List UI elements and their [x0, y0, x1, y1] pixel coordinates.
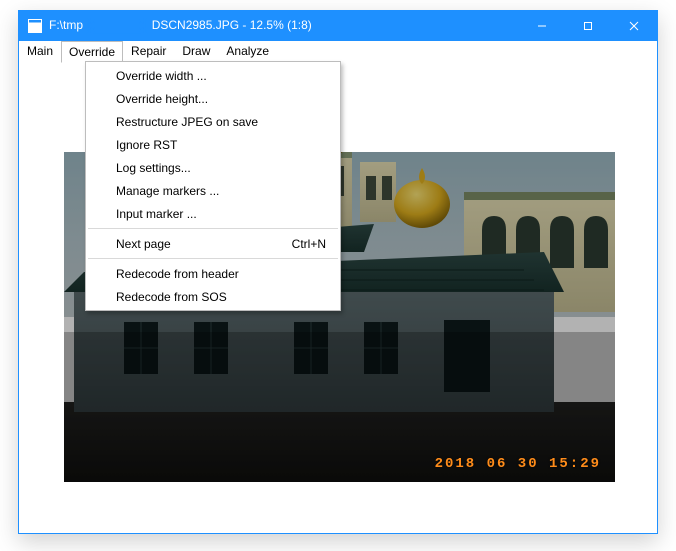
menu-item-label: Log settings... [116, 161, 314, 175]
menu-separator [88, 258, 338, 259]
title-bar[interactable]: F:\tmp DSCN2985.JPG - 12.5% (1:8) [19, 11, 657, 41]
menu-next-page[interactable]: Next page Ctrl+N [86, 232, 340, 255]
menu-override[interactable]: Override [61, 41, 123, 63]
close-button[interactable] [611, 11, 657, 41]
menu-restructure-jpeg[interactable]: Restructure JPEG on save [86, 110, 340, 133]
title-path-start: F:\tmp [49, 18, 83, 32]
menu-label: Override [69, 45, 115, 59]
menu-label: Repair [131, 44, 166, 58]
menu-input-marker[interactable]: Input marker ... [86, 202, 340, 225]
menu-redecode-header[interactable]: Redecode from header [86, 262, 340, 285]
menu-bar: Main Override Repair Draw Analyze [19, 41, 657, 62]
window-control-buttons [519, 11, 657, 41]
menu-label: Draw [182, 44, 210, 58]
menu-separator [88, 228, 338, 229]
menu-ignore-rst[interactable]: Ignore RST [86, 133, 340, 156]
menu-item-label: Redecode from SOS [116, 290, 314, 304]
menu-item-label: Manage markers ... [116, 184, 314, 198]
menu-item-label: Override height... [116, 92, 314, 106]
window-title: F:\tmp DSCN2985.JPG - 12.5% (1:8) [49, 18, 519, 33]
menu-item-label: Redecode from header [116, 267, 314, 281]
menu-label: Analyze [226, 44, 269, 58]
menu-draw[interactable]: Draw [174, 41, 218, 61]
app-icon [27, 18, 43, 34]
menu-label: Main [27, 44, 53, 58]
menu-log-settings[interactable]: Log settings... [86, 156, 340, 179]
menu-item-label: Restructure JPEG on save [116, 115, 314, 129]
override-dropdown: Override width ... Override height... Re… [85, 61, 341, 311]
maximize-button[interactable] [565, 11, 611, 41]
menu-manage-markers[interactable]: Manage markers ... [86, 179, 340, 202]
menu-repair[interactable]: Repair [123, 41, 174, 61]
menu-redecode-sos[interactable]: Redecode from SOS [86, 285, 340, 308]
app-window: F:\tmp DSCN2985.JPG - 12.5% (1:8) Main O… [18, 10, 658, 534]
menu-item-accel: Ctrl+N [292, 237, 326, 251]
menu-override-width[interactable]: Override width ... [86, 64, 340, 87]
title-redacted-segment [90, 19, 144, 32]
menu-main[interactable]: Main [19, 41, 61, 61]
menu-item-label: Next page [116, 237, 280, 251]
menu-item-label: Override width ... [116, 69, 314, 83]
menu-analyze[interactable]: Analyze [218, 41, 277, 61]
menu-override-height[interactable]: Override height... [86, 87, 340, 110]
title-path-end: DSCN2985.JPG - 12.5% (1:8) [152, 18, 312, 32]
minimize-button[interactable] [519, 11, 565, 41]
menu-item-label: Ignore RST [116, 138, 314, 152]
menu-item-label: Input marker ... [116, 207, 314, 221]
